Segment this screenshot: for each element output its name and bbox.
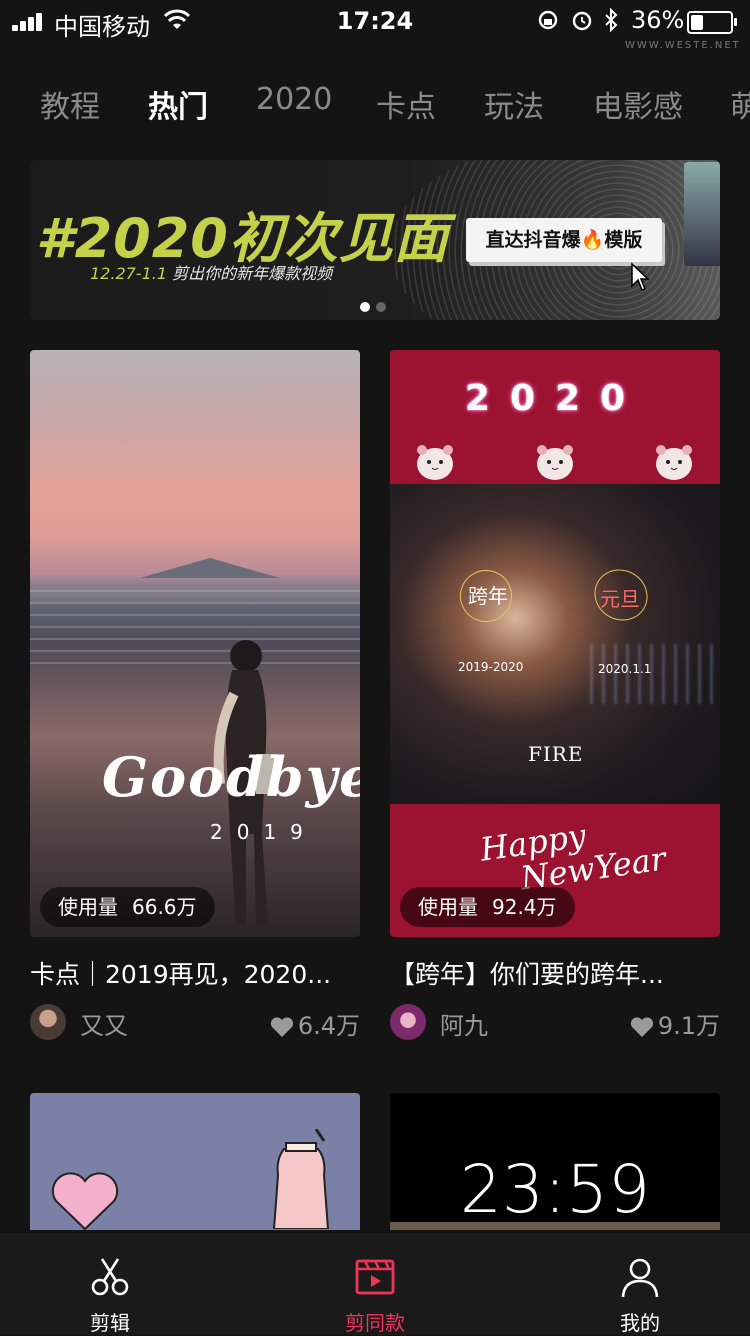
scissors-icon — [91, 1258, 129, 1296]
overlay-right-date: 2020.1.1 — [598, 662, 652, 676]
nav-me[interactable]: 我的 — [560, 1235, 720, 1335]
tab-tutorial[interactable]: 教程 — [40, 82, 100, 126]
banner-page-indicator — [360, 297, 392, 316]
mountain-graphic — [140, 558, 280, 578]
category-tabs: 教程 热门 2020 卡点 玩法 电影感 萌 — [40, 82, 750, 125]
overlay-goodbye-text: Goodbye — [102, 745, 360, 809]
tab-gameplay[interactable]: 玩法 — [484, 82, 544, 126]
avatar[interactable] — [390, 1004, 426, 1040]
nav-me-label: 我的 — [620, 1311, 660, 1335]
overlay-left-date: 2019-2020 — [458, 660, 524, 674]
usage-badge: 使用量 92.4万 — [400, 887, 575, 927]
hamster-icon — [656, 445, 692, 480]
status-bar: 中国移动 17:24 36% WWW.WESTE.NET — [0, 0, 750, 51]
bluetooth-icon — [605, 8, 618, 32]
author-name[interactable]: 阿九 — [440, 1006, 488, 1041]
likes-count[interactable]: 6.4万 — [270, 1006, 360, 1041]
overlay-year-text: 2019 — [210, 820, 317, 844]
banner-date: 12.27-1.1 — [90, 264, 168, 283]
likes-count[interactable]: 9.1万 — [630, 1006, 720, 1041]
tab-hot[interactable]: 热门 — [148, 82, 208, 126]
tab-2020[interactable]: 2020 — [256, 82, 332, 117]
nav-template-label: 剪同款 — [345, 1311, 405, 1335]
tab-cinematic[interactable]: 电影感 — [593, 82, 683, 126]
heart-icon — [270, 1017, 293, 1037]
nav-edit-label: 剪辑 — [90, 1311, 130, 1335]
tab-cute[interactable]: 萌 — [730, 82, 750, 126]
author-name[interactable]: 又又 — [80, 1006, 128, 1041]
promo-banner[interactable]: #2020初次见面 12.27-1.1 剪出你的新年爆款视频 直达抖音爆🔥模版 — [30, 160, 720, 320]
film-play-icon — [355, 1259, 395, 1295]
overlay-clock-text: 23:59 — [459, 1151, 651, 1228]
banner-subtitle-text: 剪出你的新年爆款视频 — [172, 264, 333, 283]
tab-beat[interactable]: 卡点 — [376, 82, 436, 126]
hamster-icon — [537, 445, 573, 480]
bottom-navigation: 剪辑 剪同款 我的 — [0, 1234, 750, 1335]
hamster-icon — [417, 445, 453, 480]
waves-graphic — [30, 590, 360, 670]
likes-value: 9.1万 — [657, 1012, 720, 1040]
overlay-year-text: 2020 — [464, 378, 646, 419]
card-thumbnail[interactable]: Goodbye 2019 使用量 66.6万 — [30, 350, 360, 937]
watermark-text: WWW.WESTE.NET — [625, 40, 741, 51]
cursor-icon — [631, 262, 650, 291]
usage-label: 使用量 — [58, 895, 118, 919]
milk-bottle-graphic — [272, 1129, 330, 1229]
card-title[interactable]: 卡点｜2019再见，2020... — [30, 955, 360, 991]
usage-label: 使用量 — [418, 895, 478, 919]
overlay-left-text: 跨年 — [468, 584, 508, 608]
alarm-icon — [572, 11, 592, 31]
banner-cta-button[interactable]: 直达抖音爆🔥模版 — [466, 218, 662, 262]
usage-badge: 使用量 66.6万 — [40, 887, 215, 927]
overlay-right-text: 元旦 — [600, 587, 640, 611]
usage-value: 92.4万 — [492, 895, 557, 919]
heart-icon — [630, 1017, 653, 1037]
orientation-lock-icon — [538, 10, 558, 30]
banner-thumbnail — [684, 162, 720, 266]
card-title[interactable]: 【跨年】你们要的跨年... — [390, 955, 720, 991]
usage-value: 66.6万 — [132, 895, 197, 919]
template-card-thumbnail[interactable]: 23:59 — [390, 1093, 720, 1230]
overlay-fire-text: FIRE — [528, 742, 584, 766]
battery-icon — [687, 11, 737, 34]
nav-edit[interactable]: 剪辑 — [30, 1235, 190, 1335]
page-dot — [376, 302, 386, 312]
nav-template[interactable]: 剪同款 — [295, 1235, 455, 1335]
photo-strip — [390, 1222, 720, 1230]
battery-percentage: 36% — [631, 6, 685, 34]
heart-graphic — [51, 1172, 119, 1230]
card-thumbnail[interactable]: 2020 跨年 元旦 2019-2020 2020.1.1 FIRE Happy… — [390, 350, 720, 937]
person-icon — [621, 1258, 659, 1298]
avatar[interactable] — [30, 1004, 66, 1040]
likes-value: 6.4万 — [297, 1012, 360, 1040]
template-card-thumbnail[interactable] — [30, 1093, 360, 1230]
page-dot-active — [360, 302, 370, 312]
banner-subtitle: 12.27-1.1 剪出你的新年爆款视频 — [90, 260, 332, 284]
